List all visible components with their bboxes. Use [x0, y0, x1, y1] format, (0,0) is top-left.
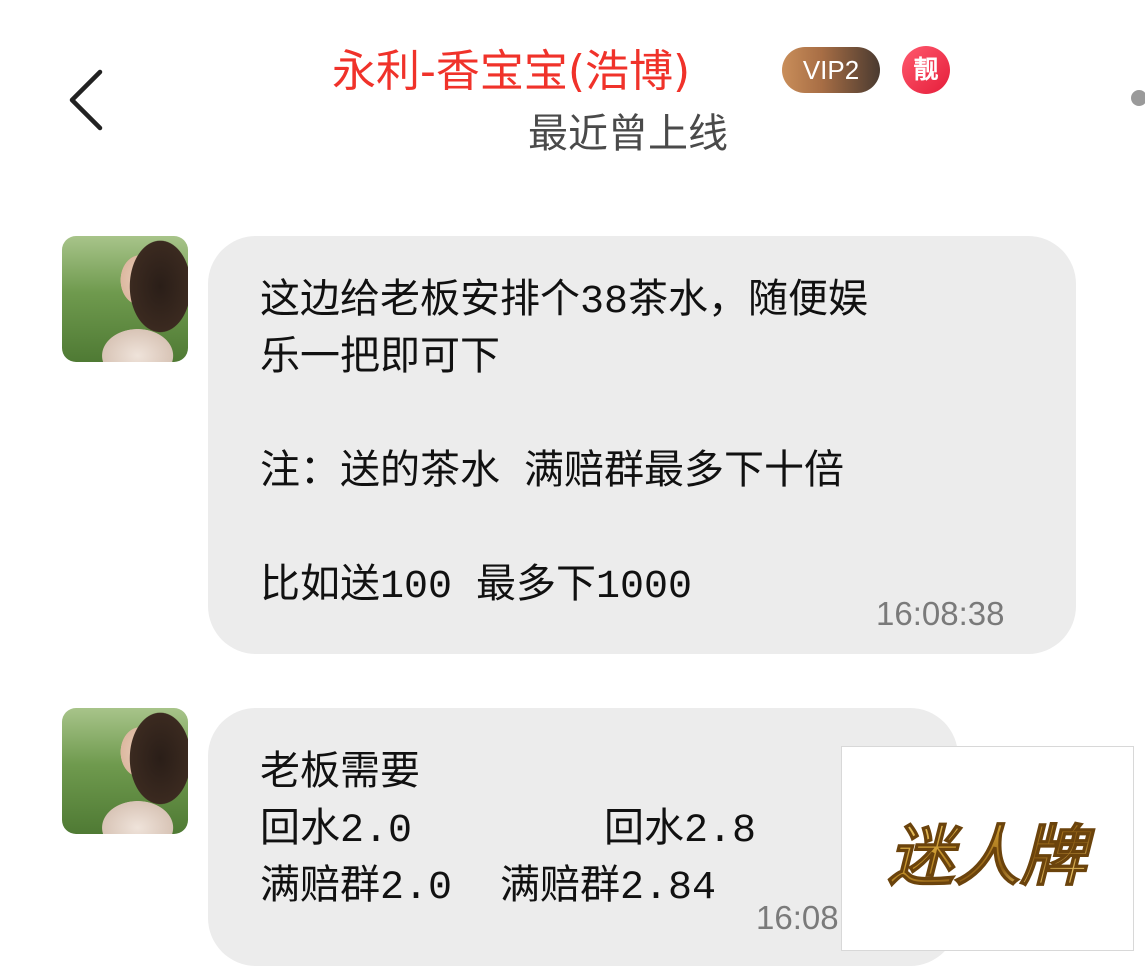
watermark-text: 迷人牌	[888, 818, 1095, 895]
avatar[interactable]	[62, 236, 188, 362]
message-bubble[interactable]: 这边给老板安排个38茶水，随便娱 乐一把即可下 注：送的茶水 满赔群最多下十倍 …	[208, 236, 1076, 654]
back-button[interactable]	[60, 68, 110, 132]
vip-badge: VIP2	[782, 47, 880, 93]
message-time: 16:08	[756, 899, 839, 936]
pretty-number-badge: 靓	[902, 46, 950, 94]
watermark-logo: 迷人牌	[841, 746, 1134, 951]
message-text: 这边给老板安排个38茶水，随便娱 乐一把即可下 注：送的茶水 满赔群最多下十倍 …	[260, 280, 869, 610]
message-text: 老板需要 回水2.0 回水2.8 满赔群2.0 满赔群2.84	[260, 752, 757, 911]
online-status: 最近曾上线	[528, 111, 728, 157]
watermark-logo-graphic: 迷人牌	[887, 817, 1095, 895]
more-dot-icon[interactable]	[1131, 90, 1145, 106]
chat-title: 永利-香宝宝(浩博)	[332, 46, 691, 97]
chevron-left-icon	[69, 69, 103, 131]
message-time: 16:08:38	[876, 595, 1005, 632]
avatar[interactable]	[62, 708, 188, 834]
